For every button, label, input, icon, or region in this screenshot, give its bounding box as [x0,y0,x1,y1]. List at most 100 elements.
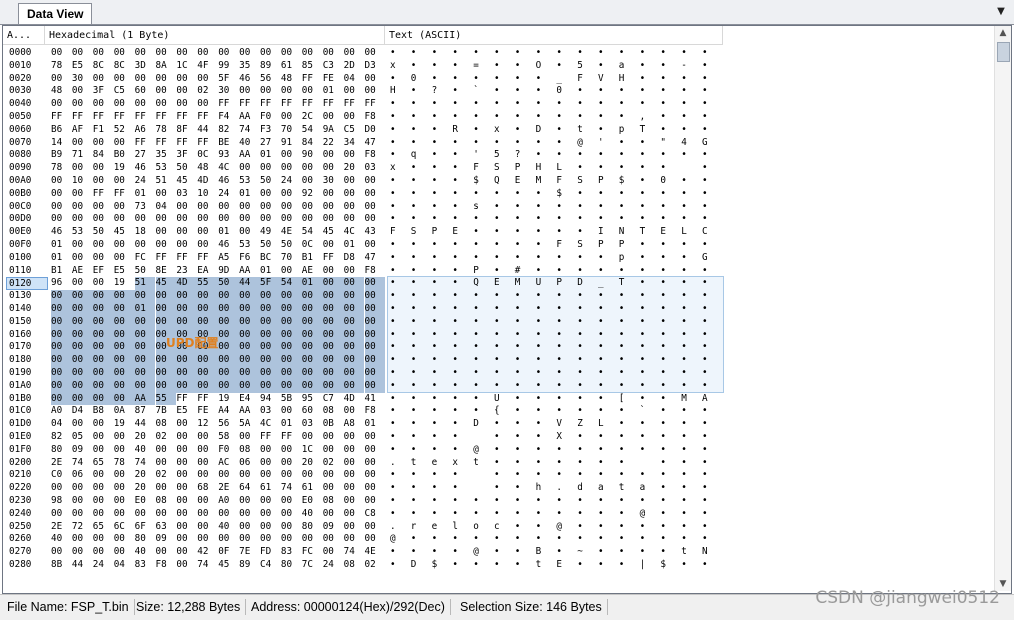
ascii-char[interactable]: L [598,418,615,431]
ascii-char[interactable]: • [660,290,677,303]
ascii-char[interactable]: • [473,111,490,124]
ascii-char[interactable]: • [681,341,698,354]
hex-byte[interactable]: 00 [134,354,156,367]
hex-byte[interactable]: 7E [239,546,253,559]
hex-byte[interactable]: 00 [197,457,211,470]
ascii-char[interactable]: • [702,213,719,226]
hex-byte[interactable]: 73 [135,201,149,214]
ascii-char[interactable]: • [432,329,449,342]
ascii-char[interactable]: P [598,175,615,188]
ascii-char[interactable]: • [432,405,449,418]
ascii-char[interactable]: • [411,418,428,431]
hex-byte[interactable]: 00 [114,444,128,457]
ascii-char[interactable]: • [494,98,511,111]
ascii-char[interactable]: • [452,111,469,124]
ascii-char[interactable]: D [577,277,594,290]
hex-byte[interactable]: 00 [114,175,128,188]
ascii-char[interactable]: • [452,546,469,559]
hex-byte[interactable]: 9A [323,124,337,137]
ascii-char[interactable]: • [598,469,615,482]
ascii-char[interactable]: • [536,137,553,150]
ascii-char[interactable]: • [515,98,532,111]
ascii-char[interactable]: • [411,329,428,342]
ascii-char[interactable]: • [619,380,636,393]
hex-byte[interactable]: 34 [344,137,358,150]
ascii-char[interactable]: • [640,290,657,303]
ascii-char[interactable]: H [390,85,407,98]
ascii-char[interactable]: • [577,559,594,572]
hex-byte[interactable]: 00 [301,303,323,316]
hex-byte[interactable]: 00 [197,303,219,316]
ascii-char[interactable]: • [515,137,532,150]
hex-byte[interactable]: 00 [322,303,344,316]
hex-byte[interactable]: 09 [156,533,170,546]
hex-byte[interactable]: 24 [135,175,149,188]
ascii-char[interactable]: • [660,162,677,175]
hex-byte[interactable]: 00 [114,469,128,482]
ascii-char[interactable]: • [494,47,511,60]
ascii-char[interactable]: • [577,252,594,265]
hex-byte[interactable]: 00 [344,444,358,457]
hex-byte[interactable]: 42 [197,546,211,559]
hex-byte[interactable]: 00 [260,341,281,355]
hex-byte[interactable]: 00 [302,175,316,188]
hex-byte[interactable]: 00 [176,457,190,470]
hex-byte[interactable]: A5 [218,252,232,265]
ascii-char[interactable]: • [390,380,407,393]
ascii-char[interactable]: • [390,290,407,303]
ascii-char[interactable]: • [432,137,449,150]
ascii-char[interactable]: • [473,124,490,137]
hex-byte[interactable]: BC [260,252,274,265]
ascii-char[interactable]: • [473,47,490,60]
ascii-char[interactable]: • [681,495,698,508]
hex-byte[interactable]: 00 [114,252,128,265]
ascii-char[interactable]: • [640,367,657,380]
ascii-char[interactable]: O [536,60,553,73]
hex-byte[interactable]: 00 [93,469,107,482]
ascii-char[interactable]: • [536,329,553,342]
ascii-char[interactable]: • [473,73,490,86]
ascii-char[interactable]: d [577,482,594,495]
hex-byte[interactable]: 00 [365,73,379,86]
hex-byte[interactable]: 00 [134,341,156,355]
ascii-char[interactable]: • [473,188,490,201]
hex-byte[interactable]: FF [93,111,107,124]
hex-byte[interactable]: 70 [281,124,295,137]
ascii-char[interactable]: • [640,252,657,265]
ascii-char[interactable]: • [411,85,428,98]
ascii-char[interactable]: R [452,124,469,137]
ascii-char[interactable]: • [556,213,573,226]
hex-byte[interactable]: 00 [301,354,323,367]
ascii-char[interactable]: • [577,213,594,226]
ascii-char[interactable]: • [640,277,657,290]
hex-byte[interactable]: 00 [176,290,198,303]
ascii-char[interactable]: • [536,405,553,418]
ascii-char[interactable]: • [619,316,636,329]
ascii-char[interactable]: • [640,303,657,316]
hex-byte[interactable]: 2E [51,521,65,534]
hex-byte[interactable]: 93 [218,149,232,162]
hex-byte[interactable]: 5A [239,418,253,431]
ascii-char[interactable]: • [702,277,719,290]
ascii-char[interactable]: • [432,469,449,482]
ascii-char[interactable]: • [619,303,636,316]
hex-byte[interactable]: 84 [302,137,316,150]
hex-byte[interactable]: 00 [322,341,344,355]
ascii-char[interactable]: • [660,521,677,534]
ascii-char[interactable]: • [515,393,532,406]
ascii-char[interactable]: • [515,533,532,546]
ascii-char[interactable]: • [390,431,407,444]
ascii-char[interactable]: • [640,354,657,367]
hex-byte[interactable]: 35 [239,60,253,73]
hex-byte[interactable]: 00 [51,367,72,380]
hex-byte[interactable]: 00 [364,303,386,316]
ascii-char[interactable]: • [598,405,615,418]
ascii-char[interactable]: • [411,213,428,226]
ascii-char[interactable]: • [452,469,469,482]
hex-byte[interactable]: 01 [239,188,253,201]
ascii-char[interactable]: • [577,495,594,508]
ascii-char[interactable]: • [515,73,532,86]
ascii-char[interactable]: • [702,367,719,380]
hex-byte[interactable]: 84 [93,149,107,162]
hex-byte[interactable]: 00 [365,469,379,482]
